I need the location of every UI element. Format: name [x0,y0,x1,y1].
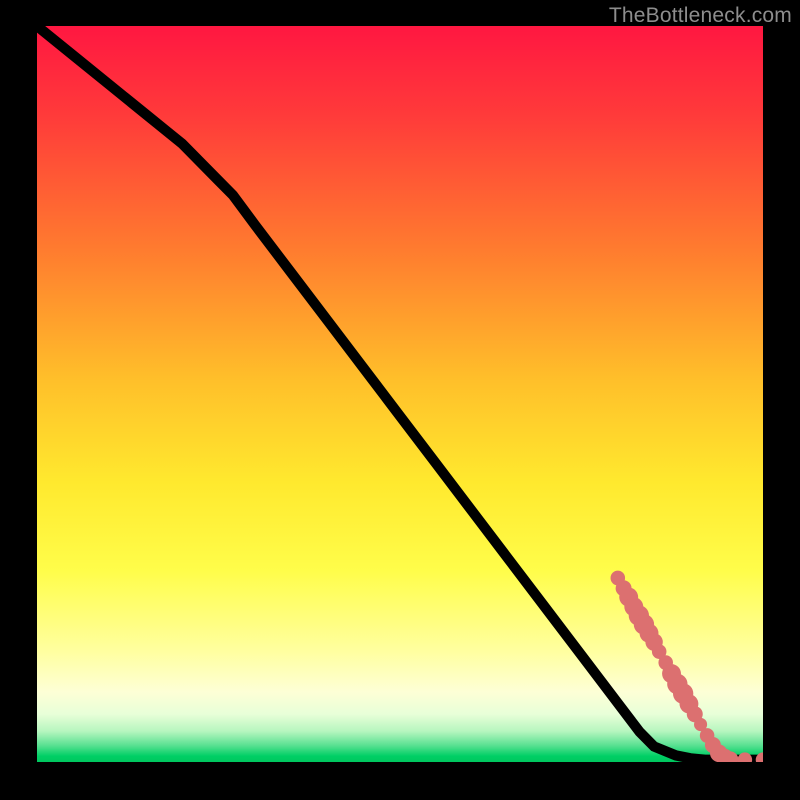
watermark-text: TheBottleneck.com [609,4,792,28]
stage: TheBottleneck.com [0,0,800,800]
scatter-points [611,571,763,762]
scatter-point [756,752,763,762]
scatter-point [738,752,753,762]
plot-area [37,26,763,762]
chart-overlay [37,26,763,762]
